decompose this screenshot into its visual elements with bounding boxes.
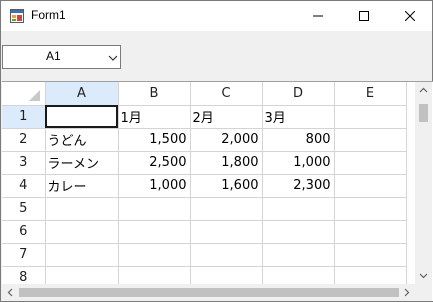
minimize-button[interactable]: [295, 1, 341, 31]
cell-a2[interactable]: うどん: [45, 128, 119, 152]
chevron-right-icon: [404, 288, 410, 297]
window-title: Form1: [31, 8, 66, 22]
horizontal-scrollbar[interactable]: [2, 284, 415, 301]
cell-a1[interactable]: [45, 105, 119, 129]
column-header-a[interactable]: A: [45, 82, 119, 106]
cell-b1[interactable]: 1月: [118, 105, 191, 129]
cell-b4[interactable]: 1,000: [118, 174, 191, 198]
cell-b8[interactable]: [118, 266, 191, 284]
cell-e5[interactable]: [334, 197, 407, 221]
cell-a8[interactable]: [45, 266, 119, 284]
chevron-down-icon[interactable]: [107, 52, 119, 64]
cell-e6[interactable]: [334, 220, 407, 244]
table-row: 4 カレー 1,000 1,600 2,300: [2, 174, 407, 198]
row-header[interactable]: 1: [2, 105, 46, 129]
column-header-b[interactable]: B: [118, 82, 191, 106]
cell-a7[interactable]: [45, 243, 119, 267]
cell-e4[interactable]: [334, 174, 407, 198]
cell-d6[interactable]: [262, 220, 335, 244]
cell-e7[interactable]: [334, 243, 407, 267]
cell-table: A B C D E 1 1月 2月 3月 2 うどん 1,500 2,000 8…: [2, 82, 407, 284]
table-row: 1 1月 2月 3月: [2, 105, 407, 129]
scroll-down-button[interactable]: [415, 267, 432, 284]
table-row: 8: [2, 266, 407, 284]
cell-a5[interactable]: [45, 197, 119, 221]
row-header[interactable]: 4: [2, 174, 46, 198]
row-header[interactable]: 6: [2, 220, 46, 244]
cell-a4[interactable]: カレー: [45, 174, 119, 198]
chevron-down-icon: [419, 273, 428, 279]
cell-a3[interactable]: ラーメン: [45, 151, 119, 175]
cell-address-combobox[interactable]: A1: [2, 45, 121, 69]
minimize-icon: [313, 15, 323, 17]
column-header-d[interactable]: D: [262, 82, 335, 106]
column-header-c[interactable]: C: [190, 82, 263, 106]
table-row: 6: [2, 220, 407, 244]
maximize-button[interactable]: [341, 1, 387, 31]
cell-b2[interactable]: 1,500: [118, 128, 191, 152]
column-header-e[interactable]: E: [334, 82, 407, 106]
cell-e3[interactable]: [334, 151, 407, 175]
cell-d7[interactable]: [262, 243, 335, 267]
cell-e2[interactable]: [334, 128, 407, 152]
app-icon: [10, 9, 24, 23]
row-header[interactable]: 5: [2, 197, 46, 221]
row-header[interactable]: 8: [2, 266, 46, 284]
cell-b7[interactable]: [118, 243, 191, 267]
select-all-corner[interactable]: [2, 82, 46, 106]
cell-b6[interactable]: [118, 220, 191, 244]
cell-c6[interactable]: [190, 220, 263, 244]
cell-c1[interactable]: 2月: [190, 105, 263, 129]
cell-e8[interactable]: [334, 266, 407, 284]
cell-d4[interactable]: 2,300: [262, 174, 335, 198]
cell-b5[interactable]: [118, 197, 191, 221]
cell-d3[interactable]: 1,000: [262, 151, 335, 175]
cell-c5[interactable]: [190, 197, 263, 221]
cell-c8[interactable]: [190, 266, 263, 284]
horizontal-scroll-thumb[interactable]: [19, 288, 399, 297]
spreadsheet[interactable]: A B C D E 1 1月 2月 3月 2 うどん 1,500 2,000 8…: [2, 81, 433, 301]
table-row: 3 ラーメン 2,500 1,800 1,000: [2, 151, 407, 175]
scroll-up-button[interactable]: [415, 82, 432, 99]
cell-d5[interactable]: [262, 197, 335, 221]
cell-b3[interactable]: 2,500: [118, 151, 191, 175]
table-row: 5: [2, 197, 407, 221]
scroll-right-button[interactable]: [398, 284, 415, 301]
close-button[interactable]: [387, 1, 433, 31]
row-header[interactable]: 7: [2, 243, 46, 267]
cell-d2[interactable]: 800: [262, 128, 335, 152]
cell-c7[interactable]: [190, 243, 263, 267]
title-bar[interactable]: Form1: [1, 1, 432, 31]
maximize-icon: [359, 11, 369, 21]
chevron-left-icon: [7, 288, 13, 297]
scrollbar-corner: [415, 284, 432, 301]
scroll-left-button[interactable]: [2, 284, 19, 301]
cell-c4[interactable]: 1,600: [190, 174, 263, 198]
chevron-up-icon: [419, 87, 428, 93]
cell-d1[interactable]: 3月: [262, 105, 335, 129]
cell-c2[interactable]: 2,000: [190, 128, 263, 152]
close-icon: [405, 11, 415, 21]
cell-address-value: A1: [46, 49, 61, 63]
row-header[interactable]: 3: [2, 151, 46, 175]
row-header[interactable]: 2: [2, 128, 46, 152]
spreadsheet-grid[interactable]: A B C D E 1 1月 2月 3月 2 うどん 1,500 2,000 8…: [2, 82, 415, 284]
cell-c3[interactable]: 1,800: [190, 151, 263, 175]
cell-a6[interactable]: [45, 220, 119, 244]
cell-d8[interactable]: [262, 266, 335, 284]
cell-e1[interactable]: [334, 105, 407, 129]
select-all-triangle-icon: [29, 90, 40, 101]
vertical-scrollbar[interactable]: [415, 82, 432, 284]
vertical-scroll-thumb[interactable]: [419, 104, 428, 122]
app-window: Form1 A1 A B C D E 1 1月 2月 3月 2 うどん 1,50…: [0, 0, 433, 302]
table-row: 7: [2, 243, 407, 267]
table-row: 2 うどん 1,500 2,000 800: [2, 128, 407, 152]
